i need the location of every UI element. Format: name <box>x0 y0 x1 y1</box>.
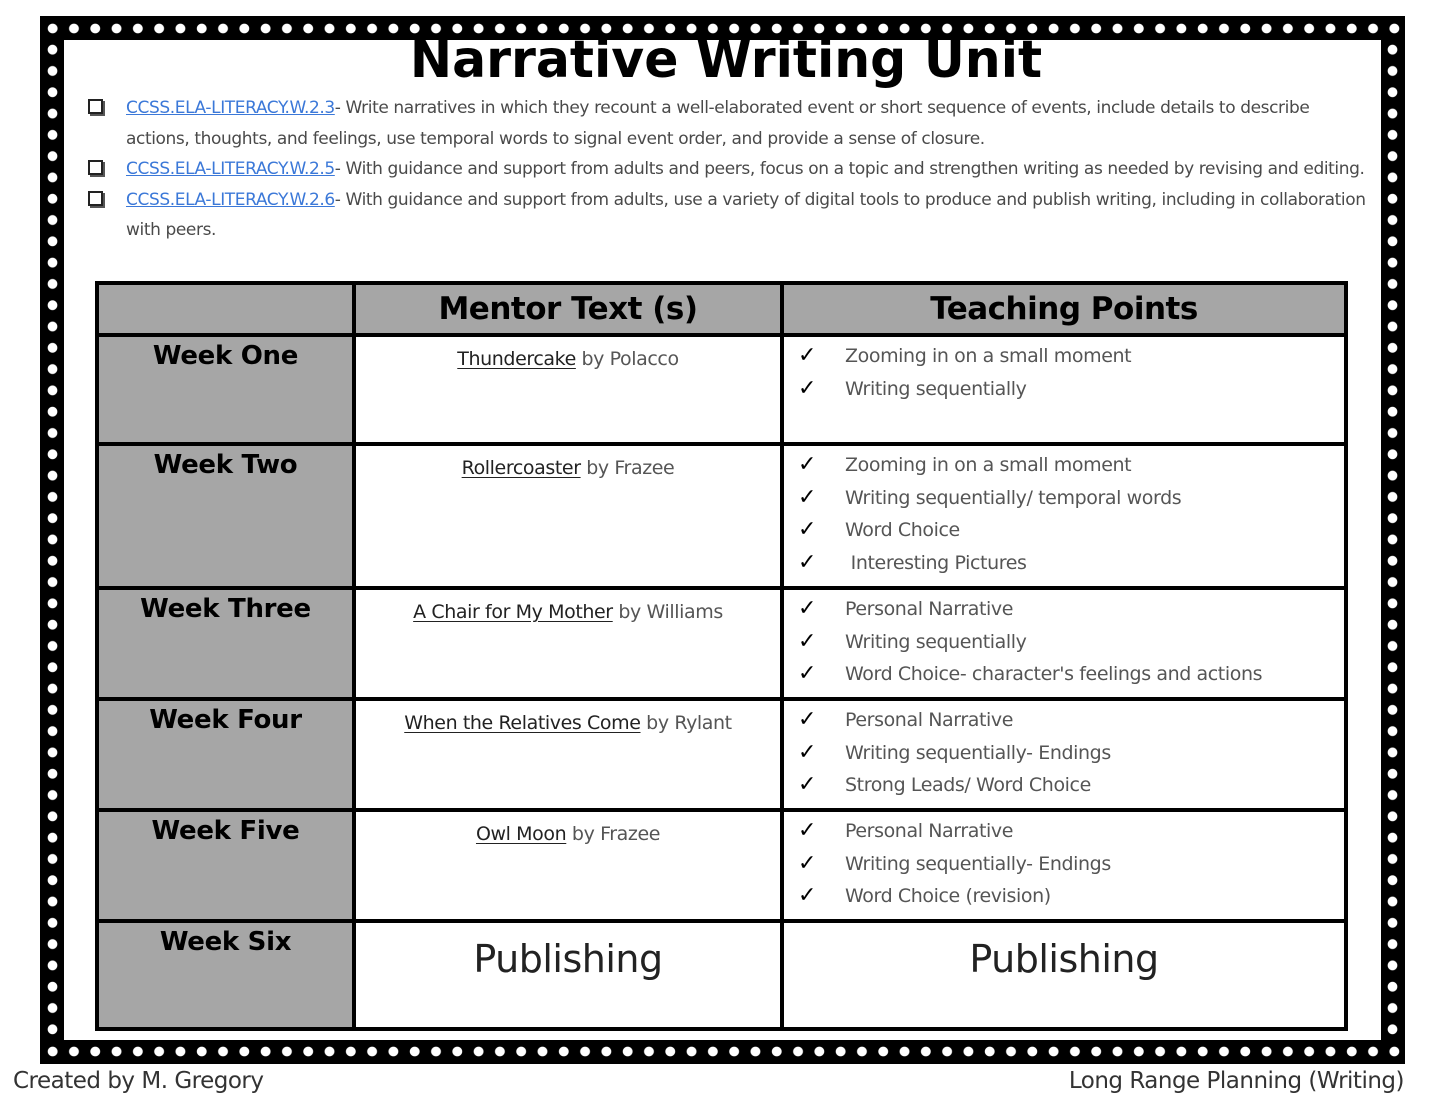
checkmark-icon: ✓ <box>798 343 817 368</box>
checkmark-icon: ✓ <box>798 452 817 477</box>
checkmark-icon: ✓ <box>798 628 817 654</box>
teaching-point-text: Writing sequentially/ temporal words <box>845 486 1182 509</box>
teaching-point-text: Personal Narrative <box>845 598 1014 620</box>
standard-item: CCSS.ELA-LITERACY.W.2.5- With guidance a… <box>86 154 1366 185</box>
book-author: by Rylant <box>640 712 732 734</box>
checkbox-icon[interactable] <box>88 190 103 206</box>
teaching-points-publishing: Publishing <box>784 923 1344 1027</box>
checkmark-icon: ✓ <box>798 484 817 510</box>
teaching-points-cell: ✓ Personal Narrative ✓ Writing sequentiall… <box>784 812 1344 919</box>
book-author: by Frazee <box>580 457 675 479</box>
header-mentor-text: Mentor Text (s) <box>356 285 780 333</box>
week-label: Week Six <box>99 923 352 1027</box>
mentor-text-cell: When the Relatives Come by Rylant <box>356 701 780 808</box>
teaching-point-text: Writing sequentially <box>845 377 1027 400</box>
teaching-point: ✓ Word Choice (revision) <box>798 883 1344 916</box>
book-title: Owl Moon <box>475 823 567 845</box>
teaching-point-text: Zooming in on a small moment <box>845 454 1132 476</box>
teaching-point-text: Word Choice- character's feelings and ac… <box>845 663 1263 686</box>
teaching-point: ✓ Interesting Pictures <box>798 550 1344 583</box>
checkmark-icon: ✓ <box>798 550 817 576</box>
book-author: by Frazee <box>566 823 661 845</box>
teaching-point: ✓ Writing sequentially- Endings <box>798 851 1344 884</box>
standard-text: - With guidance and support from adults … <box>334 159 1365 179</box>
teaching-point: ✓ Personal Narrative <box>798 707 1344 740</box>
teaching-point-text: Interesting Pictures <box>845 552 1027 575</box>
teaching-point: ✓ Personal Narrative <box>798 596 1344 629</box>
teaching-point-text: Writing sequentially- Endings <box>845 852 1111 875</box>
mentor-text-cell: Thundercake by Polacco <box>356 337 780 442</box>
page-title: Narrative Writing Unit <box>409 30 1043 90</box>
teaching-point-text: Writing sequentially <box>845 630 1027 653</box>
frame-dots-left <box>42 39 63 1041</box>
footer-document-label: Long Range Planning (Writing) <box>1068 1068 1405 1094</box>
checkmark-icon: ✓ <box>798 517 817 543</box>
teaching-point: ✓ Strong Leads/ Word Choice <box>798 772 1344 805</box>
week-label: Week Three <box>99 590 352 697</box>
week-label: Week Two <box>99 446 352 586</box>
header-teaching-points: Teaching Points <box>784 285 1344 333</box>
teaching-point-text: Zooming in on a small moment <box>845 345 1132 367</box>
week-label: Week Four <box>99 701 352 808</box>
standard-link[interactable]: CCSS.ELA-LITERACY.W.2.6 <box>126 190 335 210</box>
book-title: A Chair for My Mother <box>413 601 613 623</box>
teaching-points-cell: ✓ Zooming in on a small moment ✓ Writing s… <box>784 337 1344 442</box>
teaching-point-text: Writing sequentially- Endings <box>845 741 1111 764</box>
teaching-point: ✓ Word Choice- character's feelings and a… <box>798 661 1344 694</box>
teaching-point-text: Personal Narrative <box>845 820 1014 842</box>
mentor-text-publishing: Publishing <box>356 923 780 1027</box>
book-title: When the Relatives Come <box>404 712 641 734</box>
teaching-point: ✓ Zooming in on a small moment <box>798 452 1344 485</box>
teaching-point-text: Word Choice <box>845 519 960 542</box>
book-title: Thundercake <box>457 348 576 370</box>
frame-dots-bottom <box>42 1041 1403 1062</box>
standard-link[interactable]: CCSS.ELA-LITERACY.W.2.5 <box>126 159 335 179</box>
checkmark-icon: ✓ <box>798 596 817 621</box>
checkmark-icon: ✓ <box>798 883 817 909</box>
teaching-point: ✓ Zooming in on a small moment <box>798 343 1344 376</box>
teaching-points-cell: ✓ Personal Narrative ✓ Writing sequentiall… <box>784 701 1344 808</box>
week-label: Week One <box>99 337 352 442</box>
checkmark-icon: ✓ <box>798 772 817 798</box>
frame-dots-right <box>1382 39 1403 1041</box>
teaching-point: ✓ Personal Narrative <box>798 818 1344 851</box>
teaching-point-text: Word Choice (revision) <box>845 885 1051 908</box>
book-title: Rollercoaster <box>461 457 581 479</box>
mentor-text-cell: A Chair for My Mother by Williams <box>356 590 780 697</box>
teaching-point-text: Strong Leads/ Word Choice <box>845 774 1091 797</box>
book-author: by Polacco <box>575 348 680 370</box>
week-label: Week Five <box>99 812 352 919</box>
standard-link[interactable]: CCSS.ELA-LITERACY.W.2.3 <box>126 98 335 118</box>
teaching-point: ✓ Writing sequentially- Endings <box>798 740 1344 773</box>
teaching-points-cell: ✓ Zooming in on a small moment ✓ Writing s… <box>784 446 1344 586</box>
checkmark-icon: ✓ <box>798 707 817 732</box>
standards-list: CCSS.ELA-LITERACY.W.2.3- Write narrative… <box>86 93 1366 246</box>
mentor-text-cell: Rollercoaster by Frazee <box>356 446 780 586</box>
checkmark-icon: ✓ <box>798 375 817 401</box>
checkmark-icon: ✓ <box>798 818 817 843</box>
header-corner <box>99 285 352 333</box>
footer-credit: Created by M. Gregory <box>13 1068 264 1094</box>
checkmark-icon: ✓ <box>798 739 817 765</box>
standard-item: CCSS.ELA-LITERACY.W.2.6- With guidance a… <box>86 185 1366 246</box>
teaching-point: ✓ Writing sequentially <box>798 376 1344 409</box>
teaching-points-cell: ✓ Personal Narrative ✓ Writing sequentiall… <box>784 590 1344 697</box>
checkmark-icon: ✓ <box>798 661 817 687</box>
checkbox-icon[interactable] <box>88 160 103 175</box>
teaching-point: ✓ Writing sequentially/ temporal words <box>798 485 1344 518</box>
mentor-text-cell: Owl Moon by Frazee <box>356 812 780 919</box>
checkmark-icon: ✓ <box>798 850 817 876</box>
teaching-point: ✓ Word Choice <box>798 517 1344 550</box>
checkbox-icon[interactable] <box>88 99 103 114</box>
standard-item: CCSS.ELA-LITERACY.W.2.3- Write narrative… <box>86 93 1366 154</box>
teaching-point-text: Personal Narrative <box>845 709 1014 731</box>
book-author: by Williams <box>612 601 723 623</box>
unit-plan-table: Mentor Text (s) Teaching Points Week One… <box>95 281 1348 1031</box>
teaching-point: ✓ Writing sequentially <box>798 629 1344 662</box>
